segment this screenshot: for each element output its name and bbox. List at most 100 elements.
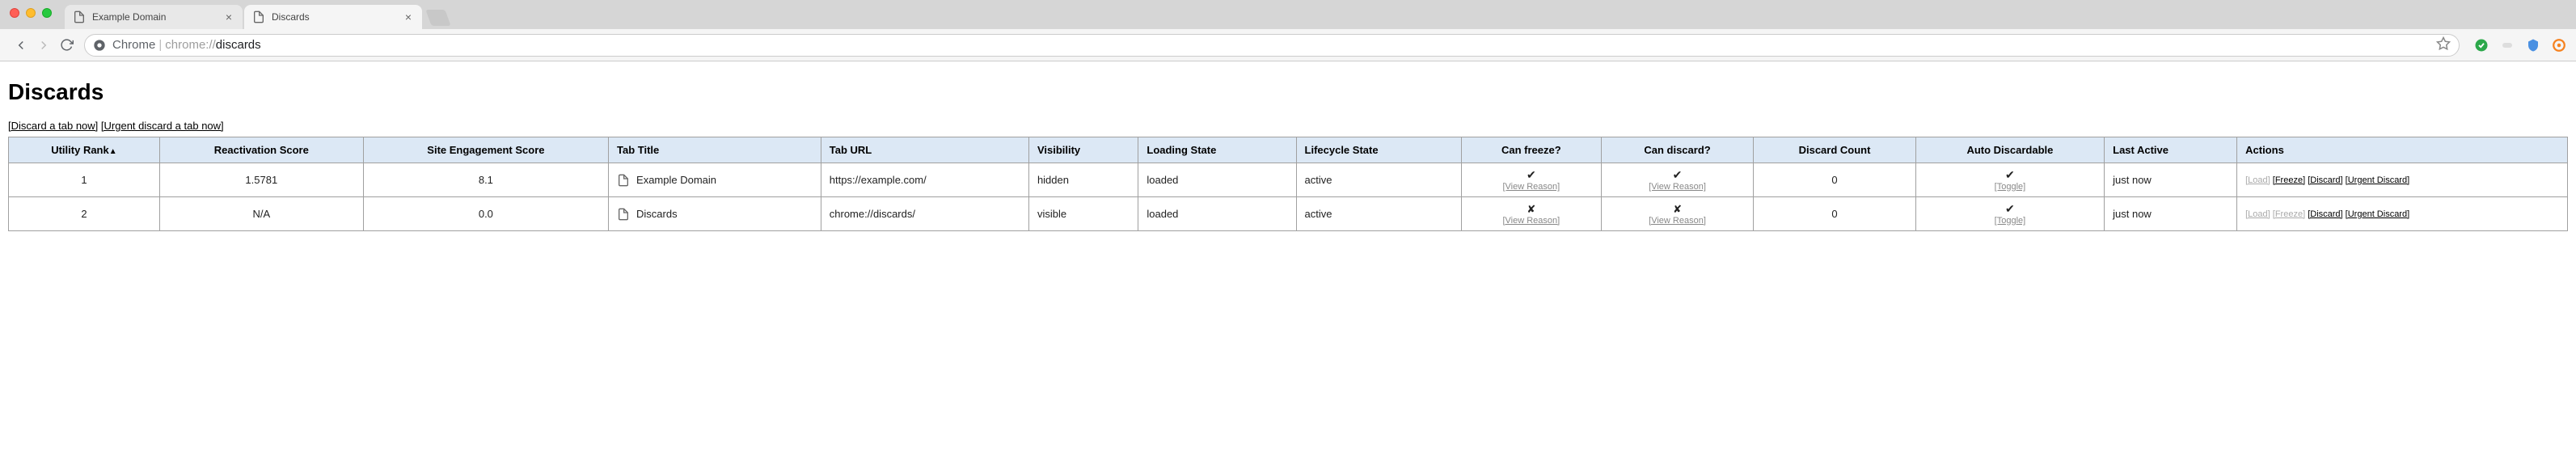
file-icon bbox=[617, 208, 630, 221]
top-actions: [Discard a tab now] [Urgent discard a ta… bbox=[8, 120, 2568, 132]
extension-icons bbox=[2474, 38, 2566, 53]
cell-visibility: visible bbox=[1028, 197, 1138, 231]
page-content: Discards [Discard a tab now] [Urgent dis… bbox=[0, 61, 2576, 239]
view-reason-link[interactable]: [View Reason] bbox=[1610, 182, 1746, 192]
check-icon: ✔ bbox=[1924, 202, 2096, 216]
col-site-engagement-score[interactable]: Site Engagement Score bbox=[363, 137, 608, 163]
cell-tab-title: Example Domain bbox=[609, 163, 821, 197]
cell-engagement: 8.1 bbox=[363, 163, 608, 197]
col-tab-url[interactable]: Tab URL bbox=[821, 137, 1028, 163]
cell-loading: loaded bbox=[1138, 163, 1296, 197]
cell-auto-discardable: ✔[Toggle] bbox=[1915, 163, 2104, 197]
browser-tab-strip: Example Domain × Discards × bbox=[0, 0, 2576, 29]
col-actions[interactable]: Actions bbox=[2237, 137, 2568, 163]
extension-icon-4[interactable] bbox=[2552, 38, 2566, 53]
extension-icon-3[interactable] bbox=[2526, 38, 2540, 53]
col-reactivation-score[interactable]: Reactivation Score bbox=[159, 137, 363, 163]
cross-icon: ✘ bbox=[1470, 203, 1593, 216]
back-button[interactable] bbox=[10, 34, 32, 57]
cross-icon: ✘ bbox=[1610, 203, 1746, 216]
tab-close-icon[interactable]: × bbox=[403, 11, 414, 23]
page-heading: Discards bbox=[8, 79, 2568, 105]
extension-icon-2[interactable] bbox=[2500, 38, 2515, 53]
cell-last-active: just now bbox=[2105, 197, 2237, 231]
extension-icon-1[interactable] bbox=[2474, 38, 2489, 53]
arrow-left-icon bbox=[14, 38, 28, 53]
col-auto-discardable[interactable]: Auto Discardable bbox=[1915, 137, 2104, 163]
action-urgent-discard[interactable]: [Urgent Discard] bbox=[2346, 175, 2409, 185]
col-loading-state[interactable]: Loading State bbox=[1138, 137, 1296, 163]
chrome-page-icon bbox=[93, 39, 106, 52]
cell-engagement: 0.0 bbox=[363, 197, 608, 231]
omnibox-prefix: Chrome bbox=[112, 38, 155, 52]
toggle-link[interactable]: [Toggle] bbox=[1924, 216, 2096, 226]
cell-rank: 1 bbox=[9, 163, 160, 197]
col-last-active[interactable]: Last Active bbox=[2105, 137, 2237, 163]
check-icon: ✔ bbox=[1924, 168, 2096, 182]
cell-auto-discardable: ✔[Toggle] bbox=[1915, 197, 2104, 231]
browser-tab-0[interactable]: Example Domain × bbox=[65, 5, 243, 29]
col-utility-rank[interactable]: Utility Rank▲ bbox=[9, 137, 160, 163]
browser-toolbar: Chrome | chrome://discards bbox=[0, 29, 2576, 61]
action-load: [Load] bbox=[2245, 209, 2270, 219]
forward-button[interactable] bbox=[32, 34, 55, 57]
view-reason-link[interactable]: [View Reason] bbox=[1470, 216, 1593, 226]
cell-actions: [Load] [Freeze] [Discard] [Urgent Discar… bbox=[2237, 163, 2568, 197]
file-icon bbox=[617, 174, 630, 187]
discard-tab-now-link[interactable]: [Discard a tab now] bbox=[8, 120, 98, 132]
tab-title-text: Discards bbox=[636, 208, 678, 220]
toggle-link[interactable]: [Toggle] bbox=[1924, 182, 2096, 192]
tab-title: Example Domain bbox=[92, 11, 223, 23]
col-lifecycle-state[interactable]: Lifecycle State bbox=[1296, 137, 1461, 163]
cell-discard-count: 0 bbox=[1754, 163, 1915, 197]
table-row: 11.57818.1 Example Domain https://example.… bbox=[9, 163, 2568, 197]
cell-actions: [Load] [Freeze] [Discard] [Urgent Discar… bbox=[2237, 197, 2568, 231]
tab-title-text: Example Domain bbox=[636, 174, 716, 186]
cell-tab-url: chrome://discards/ bbox=[821, 197, 1028, 231]
col-tab-title[interactable]: Tab Title bbox=[609, 137, 821, 163]
view-reason-link[interactable]: [View Reason] bbox=[1610, 216, 1746, 226]
new-tab-button[interactable] bbox=[425, 10, 450, 26]
check-icon: ✔ bbox=[1610, 168, 1746, 182]
tabs-container: Example Domain × Discards × bbox=[65, 0, 448, 29]
action-freeze: [Freeze] bbox=[2273, 209, 2305, 219]
col-visibility[interactable]: Visibility bbox=[1028, 137, 1138, 163]
table-header-row: Utility Rank▲ Reactivation Score Site En… bbox=[9, 137, 2568, 163]
cell-rank: 2 bbox=[9, 197, 160, 231]
window-minimize-button[interactable] bbox=[26, 8, 36, 18]
col-discard-count[interactable]: Discard Count bbox=[1754, 137, 1915, 163]
cell-tab-url: https://example.com/ bbox=[821, 163, 1028, 197]
omnibox-separator: | bbox=[158, 38, 162, 52]
address-bar[interactable]: Chrome | chrome://discards bbox=[84, 34, 2460, 57]
cell-can-discard: ✘[View Reason] bbox=[1601, 197, 1754, 231]
file-icon bbox=[252, 11, 265, 23]
action-discard[interactable]: [Discard] bbox=[2308, 175, 2342, 185]
cell-can-discard: ✔[View Reason] bbox=[1601, 163, 1754, 197]
cell-visibility: hidden bbox=[1028, 163, 1138, 197]
arrow-right-icon bbox=[36, 38, 51, 53]
view-reason-link[interactable]: [View Reason] bbox=[1470, 182, 1593, 192]
tab-close-icon[interactable]: × bbox=[223, 11, 234, 23]
bookmark-star-icon[interactable] bbox=[2436, 36, 2451, 53]
browser-tab-1[interactable]: Discards × bbox=[244, 5, 422, 29]
action-discard[interactable]: [Discard] bbox=[2308, 209, 2342, 219]
action-load: [Load] bbox=[2245, 175, 2270, 185]
col-can-freeze[interactable]: Can freeze? bbox=[1461, 137, 1601, 163]
cell-loading: loaded bbox=[1138, 197, 1296, 231]
file-icon bbox=[73, 11, 86, 23]
cell-lifecycle: active bbox=[1296, 197, 1461, 231]
omnibox-url-gray: chrome:// bbox=[165, 38, 216, 52]
tab-title: Discards bbox=[272, 11, 403, 23]
action-freeze[interactable]: [Freeze] bbox=[2273, 175, 2305, 185]
col-can-discard[interactable]: Can discard? bbox=[1601, 137, 1754, 163]
window-close-button[interactable] bbox=[10, 8, 19, 18]
sort-arrow-icon: ▲ bbox=[109, 147, 117, 156]
action-urgent-discard[interactable]: [Urgent Discard] bbox=[2346, 209, 2409, 219]
reload-button[interactable] bbox=[55, 34, 78, 57]
window-maximize-button[interactable] bbox=[42, 8, 52, 18]
cell-can-freeze: ✔[View Reason] bbox=[1461, 163, 1601, 197]
col-label: Utility Rank bbox=[51, 144, 109, 156]
cell-reactivation: 1.5781 bbox=[159, 163, 363, 197]
urgent-discard-tab-now-link[interactable]: [Urgent discard a tab now] bbox=[101, 120, 224, 132]
cell-lifecycle: active bbox=[1296, 163, 1461, 197]
